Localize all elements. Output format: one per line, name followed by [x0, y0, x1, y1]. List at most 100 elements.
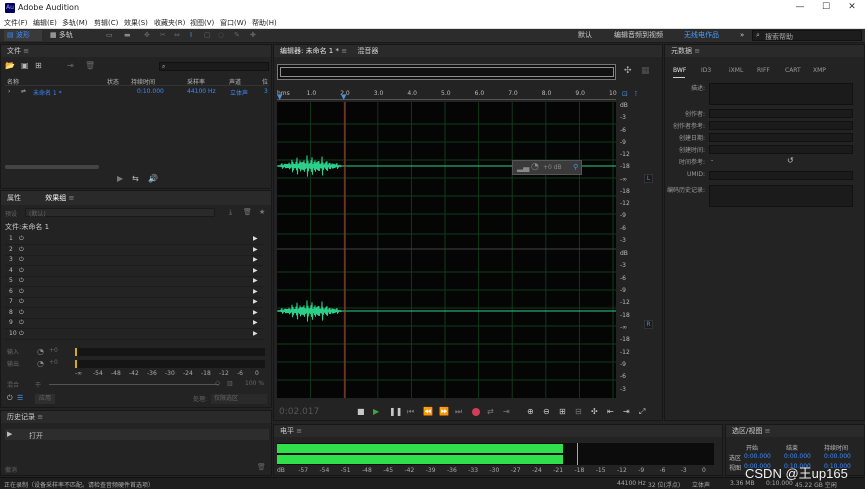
slot-arrow-icon[interactable]: ▶ — [253, 267, 258, 274]
description-field[interactable] — [709, 83, 853, 105]
search-box[interactable]: ⌕ 搜索帮助 — [752, 30, 862, 41]
effect-slot[interactable]: 2 ⏻ ▶ — [5, 246, 263, 256]
mix-handle-icon[interactable]: ◇ — [215, 379, 220, 387]
snap-icon[interactable]: ⊡ — [622, 90, 628, 98]
maximize-icon[interactable]: ☐ — [816, 2, 836, 12]
zoom-in-right-icon[interactable]: ⇥ — [623, 407, 630, 416]
zoom-in-left-icon[interactable]: ⇤ — [607, 407, 614, 416]
tab-effects-rack[interactable]: 效果组 — [45, 194, 66, 202]
metadata-field[interactable] — [709, 109, 853, 118]
list-icon[interactable]: ☰ — [17, 394, 23, 402]
slot-arrow-icon[interactable]: ▶ — [253, 330, 258, 337]
tab-editor[interactable]: 编辑器: 未命名 1 * — [280, 47, 339, 55]
hud-pin-icon[interactable]: ⚲ — [573, 163, 578, 171]
waveform-view-button[interactable]: ▤ 波形 — [4, 30, 42, 41]
col-bits[interactable]: 位 — [262, 77, 268, 86]
effect-slot[interactable]: 3 ⏻ ▶ — [5, 256, 263, 266]
channel-right-toggle[interactable]: R — [644, 320, 653, 329]
output-knob-icon[interactable]: ◔ — [37, 359, 44, 368]
channel-left-toggle[interactable]: L — [644, 174, 653, 183]
workspace-default[interactable]: 默认 — [578, 30, 592, 41]
menu-window[interactable]: 窗口(W) — [220, 18, 246, 28]
minimize-icon[interactable]: — — [790, 2, 810, 12]
menu-edit[interactable]: 编辑(E) — [33, 18, 57, 28]
close-icon[interactable]: ✕ — [842, 2, 862, 12]
effect-slot[interactable]: 1 ⏻ ▶ — [5, 235, 263, 245]
slot-arrow-icon[interactable]: ▶ — [253, 288, 258, 295]
effect-slot[interactable]: 9 ⏻ ▶ — [5, 319, 263, 329]
menu-clip[interactable]: 剪辑(C) — [94, 18, 118, 28]
fast-forward-icon[interactable]: ⏩ — [439, 407, 449, 416]
playhead-icon[interactable]: ▼ — [341, 93, 346, 101]
skip-selection-icon[interactable]: ⇥ — [503, 407, 510, 416]
marker-icon[interactable]: ⊺ — [634, 90, 638, 98]
hud-volume[interactable]: ▂▄ ◔ +0 dB ⚲ — [512, 160, 582, 175]
spectral-icon[interactable]: ▭ — [106, 30, 113, 41]
metadata-tab-ixml[interactable]: iXML — [729, 67, 743, 74]
pause-icon[interactable]: ❚❚ — [389, 407, 402, 416]
slot-arrow-icon[interactable]: ▶ — [253, 235, 258, 242]
skip-start-icon[interactable]: ⏮ — [407, 407, 414, 417]
record-icon[interactable] — [472, 408, 480, 416]
power-icon[interactable]: ⏻ — [19, 256, 24, 264]
save-preset-icon[interactable]: ⤓ — [229, 208, 232, 217]
tab-mixer[interactable]: 混音器 — [357, 47, 378, 55]
panel-menu-icon[interactable]: ≡ — [23, 47, 29, 55]
favorite-icon[interactable]: ★ — [259, 208, 265, 216]
play-icon[interactable]: ▶ — [117, 174, 123, 183]
delete-preset-icon[interactable]: 🗑 — [243, 208, 252, 216]
effect-slot[interactable]: 10 ⏻ ▶ — [5, 330, 263, 340]
lasso-icon[interactable]: ◌ — [218, 30, 224, 41]
history-delete-icon[interactable]: 🗑 — [257, 463, 266, 471]
multitrack-view-button[interactable]: ▦ 多轨 — [50, 30, 73, 41]
panel-menu-icon[interactable]: ≡ — [68, 194, 74, 202]
metadata-field[interactable] — [709, 145, 853, 154]
power-icon[interactable]: ⏻ — [19, 235, 24, 243]
zoom-out-amp-icon[interactable]: ⊖ — [543, 407, 550, 416]
levels-tab[interactable]: 电平 ≡ — [274, 425, 722, 437]
col-name[interactable]: 名称 — [7, 77, 19, 86]
insert-icon[interactable]: ⇥ — [67, 61, 74, 70]
metadata-field[interactable] — [709, 121, 853, 130]
file-row[interactable]: › ⇌ 未命名 1 * 0:10.000 44100 Hz 立体声 3 — [5, 88, 269, 97]
history-item[interactable]: ▶ 打开 — [5, 429, 269, 440]
metadata-tab-bwf[interactable]: BWF — [673, 67, 686, 74]
encoding-history-field[interactable] — [709, 185, 853, 207]
marquee-icon[interactable]: ▢ — [204, 30, 211, 41]
menu-file[interactable]: 文件(F) — [4, 18, 28, 28]
slot-arrow-icon[interactable]: ▶ — [253, 319, 258, 326]
metadata-field[interactable] — [709, 133, 853, 142]
hud-knob-icon[interactable]: ◔ — [531, 162, 539, 172]
new-file-icon[interactable]: ⊞ — [35, 61, 42, 70]
effect-slot[interactable]: 8 ⏻ ▶ — [5, 309, 263, 319]
power-icon[interactable]: ⏻ — [19, 330, 24, 338]
files-search-input[interactable]: ⌕ — [159, 62, 269, 71]
menu-view[interactable]: 视图(V) — [190, 18, 214, 28]
play-icon[interactable]: ▶ — [373, 407, 379, 416]
pitch-icon[interactable]: ▬ — [124, 30, 131, 41]
tab-properties[interactable]: 属性 — [7, 194, 21, 202]
skip-end-icon[interactable]: ⏭ — [455, 407, 462, 417]
slot-arrow-icon[interactable]: ▶ — [253, 309, 258, 316]
mix-slider[interactable] — [49, 384, 219, 385]
time-selection-icon[interactable]: I — [190, 30, 192, 41]
col-channels[interactable]: 声道 — [229, 77, 241, 86]
selection-duration[interactable]: 0:00.000 — [824, 453, 851, 460]
col-duration[interactable]: 持续时间 — [131, 77, 155, 86]
metadata-tab-riff[interactable]: RIFF — [757, 67, 770, 74]
files-tab[interactable]: 文件 ≡ — [1, 45, 271, 57]
preset-select[interactable]: (默认) — [25, 208, 215, 218]
effect-slot[interactable]: 4 ⏻ ▶ — [5, 267, 263, 277]
waveform-area[interactable] — [277, 102, 616, 398]
col-rate[interactable]: 采样率 — [187, 77, 205, 86]
brush-icon[interactable]: ✎ — [234, 30, 240, 41]
slot-arrow-icon[interactable]: ▶ — [253, 256, 258, 263]
loop-playback-icon[interactable]: ⇄ — [487, 407, 494, 416]
loop-icon[interactable]: ⇆ — [132, 174, 139, 183]
selection-start[interactable]: 0:00.000 — [744, 453, 771, 460]
import-icon[interactable]: ▣ — [21, 61, 29, 70]
overview-bar[interactable] — [277, 64, 616, 80]
metadata-field[interactable] — [709, 171, 853, 180]
effect-slot[interactable]: 7 ⏻ ▶ — [5, 298, 263, 308]
power-icon[interactable]: ⏻ — [7, 394, 13, 403]
